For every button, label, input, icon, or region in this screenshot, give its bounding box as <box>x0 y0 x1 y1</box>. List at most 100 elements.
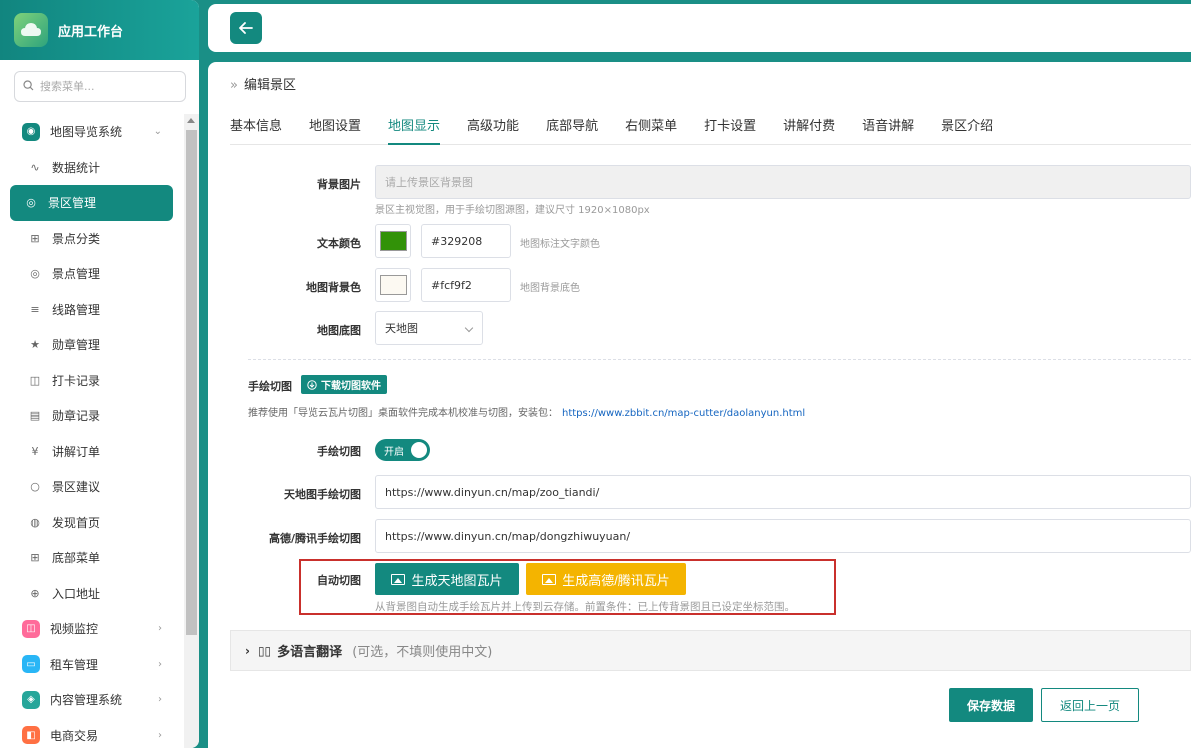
back-arrow-button[interactable] <box>230 12 262 44</box>
tab[interactable]: 底部导航 <box>546 112 598 145</box>
scroll-up-arrow-icon[interactable] <box>187 118 195 123</box>
toggle-knob <box>411 442 427 458</box>
generate-tianditu-tiles-button[interactable]: 生成天地图瓦片 <box>375 563 519 595</box>
tianditu-url-input[interactable]: https://www.dinyun.cn/map/zoo_tiandi/ <box>375 475 1191 509</box>
gaode-url-input[interactable]: https://www.dinyun.cn/map/dongzhiwuyuan/ <box>375 519 1191 553</box>
sidebar-menu: ◉ 地图导览系统 ⌄ ∿ 数据统计 ◎ 景区管理 ⊞ 景点分类 ◎ 景点管理 ≡ 线路管理 ★ 勋章管理 ◫ 打… <box>0 114 184 748</box>
sidebar-item[interactable]: ◍ 发现首页 <box>0 505 184 541</box>
breadcrumb-current: 编辑景区 <box>243 78 296 93</box>
sidebar-item-label: 底部菜单 <box>52 551 101 566</box>
sidebar-scrollbar[interactable] <box>184 114 199 748</box>
sidebar-item[interactable]: ⊞ 底部菜单 <box>0 540 184 576</box>
sidebar-item[interactable]: ◫ 视频监控 › <box>0 611 184 647</box>
sidebar-item[interactable]: ≡ 线路管理 <box>0 292 184 328</box>
circle-icon: ○ <box>30 480 40 494</box>
return-button[interactable]: 返回上一页 <box>1041 688 1139 722</box>
sidebar-item[interactable]: ▤ 勋章记录 <box>0 398 184 434</box>
sidebar-item-label: 线路管理 <box>52 302 101 317</box>
auto-cut-hint: 从背景图自动生成手绘瓦片并上传到云存储。前置条件：已上传背景图且已设定坐标范围。 <box>375 601 795 613</box>
hand-drawn-toggle[interactable]: 开启 <box>375 439 430 461</box>
sidebar-item[interactable]: ∿ 数据统计 <box>0 150 184 186</box>
generate-gaode-tiles-button[interactable]: 生成高德/腾讯瓦片 <box>526 563 686 595</box>
hand-toggle-label: 手绘切图 <box>317 445 361 458</box>
arrow-left-icon <box>239 22 253 34</box>
tab[interactable]: 地图设置 <box>309 112 361 145</box>
bg-image-upload[interactable]: 请上传景区背景图 <box>375 165 1191 199</box>
palette-icon: ◍ <box>30 515 40 529</box>
language-icon: ▯▯ <box>257 643 272 658</box>
auto-cut-label: 自动切图 <box>317 574 361 587</box>
i18n-collapse-header[interactable]: › ▯▯ 多语言翻译 (可选，不填则使用中文) <box>230 630 1191 671</box>
sidebar-item[interactable]: ⊞ 景点分类 <box>0 221 184 257</box>
tab[interactable]: 讲解付费 <box>783 112 835 145</box>
image-icon <box>542 573 557 585</box>
tab[interactable]: 景区介绍 <box>941 112 993 145</box>
sidebar-item-label: 景点管理 <box>52 267 101 282</box>
sidebar-item-label: 电商交易 <box>50 728 99 743</box>
sidebar-item[interactable]: ◎ 景区管理 <box>10 185 173 221</box>
app-title: 应用工作台 <box>58 24 124 40</box>
map-bg-color-label: 地图背景色 <box>306 281 361 294</box>
camera-icon: ◫ <box>22 619 40 638</box>
scroll-thumb[interactable] <box>186 130 197 635</box>
sidebar-item[interactable]: ⊕ 入口地址 <box>0 576 184 612</box>
save-button[interactable]: 保存数据 <box>949 688 1033 722</box>
sidebar: 应用工作台 ◉ 地图导览系统 ⌄ ∿ 数据统计 ◎ 景区管理 ⊞ 景点分类 ◎ 景点管理 ≡ 线路管理 ★… <box>0 0 199 748</box>
sliders-icon: ≡ <box>30 302 40 316</box>
download-cutter-button[interactable]: 下载切图软件 <box>301 375 387 394</box>
i18n-title: 多语言翻译 <box>277 645 343 660</box>
search-input[interactable] <box>40 80 180 93</box>
sidebar-item[interactable]: ¥ 讲解订单 <box>0 434 184 470</box>
bg-image-label: 背景图片 <box>317 178 361 191</box>
sidebar-item[interactable]: ◧ 电商交易 › <box>0 718 184 748</box>
star-icon: ★ <box>30 338 40 352</box>
text-color-swatch <box>379 231 407 251</box>
map-bg-color-input[interactable]: #fcf9f2 <box>421 268 511 302</box>
camera-icon: ◫ <box>29 373 41 387</box>
breadcrumb-separator-icon: » <box>230 78 238 93</box>
generate-tianditu-label: 生成天地图瓦片 <box>411 572 503 588</box>
sidebar-item-label: 景点分类 <box>52 231 101 246</box>
tianditu-url-label: 天地图手绘切图 <box>284 488 361 501</box>
sidebar-item-label: 景区建议 <box>52 480 101 495</box>
sidebar-item-label: 内容管理系统 <box>50 693 123 708</box>
tab[interactable]: 语音讲解 <box>862 112 914 145</box>
sidebar-item[interactable]: ◉ 地图导览系统 ⌄ <box>0 114 184 150</box>
sidebar-item-label: 视频监控 <box>50 622 99 637</box>
base-map-select[interactable]: 天地图 <box>375 311 483 345</box>
image-icon <box>391 573 406 585</box>
tab[interactable]: 地图显示 <box>388 112 441 145</box>
sidebar-item[interactable]: ◈ 内容管理系统 › <box>0 682 184 718</box>
chevron-right-icon: › <box>158 623 162 635</box>
text-color-picker[interactable] <box>375 224 411 258</box>
search-icon <box>23 79 34 94</box>
sidebar-item[interactable]: ★ 勋章管理 <box>0 327 184 363</box>
sidebar-item[interactable]: ▭ 租车管理 › <box>0 647 184 683</box>
tab[interactable]: 高级功能 <box>467 112 519 145</box>
sidebar-item[interactable]: ◎ 景点管理 <box>0 256 184 292</box>
section-divider <box>248 359 1191 360</box>
sidebar-item[interactable]: ◫ 打卡记录 <box>0 363 184 399</box>
tab[interactable]: 右侧菜单 <box>625 112 677 145</box>
map-bg-color-picker[interactable] <box>375 268 411 302</box>
yen-icon: ¥ <box>31 444 39 458</box>
menu-search[interactable] <box>14 71 186 102</box>
tab[interactable]: 打卡设置 <box>704 112 756 145</box>
tab[interactable]: 基本信息 <box>230 112 282 145</box>
sidebar-header: 应用工作台 <box>0 0 199 60</box>
cart-icon: ◧ <box>22 726 40 745</box>
cutter-download-link[interactable]: https://www.zbbit.cn/map-cutter/daolanyu… <box>562 408 805 419</box>
globe-icon: ⊕ <box>30 586 40 600</box>
main-content: » 编辑景区 基本信息 地图设置 地图显示 高级功能 底部导航 右侧菜单 打卡设置 讲解付费 语音… <box>208 62 1191 748</box>
grid-plus-icon: ⊞ <box>30 231 40 245</box>
sidebar-item[interactable]: ○ 景区建议 <box>0 469 184 505</box>
download-cutter-label: 下载切图软件 <box>321 381 381 392</box>
sidebar-item-label: 数据统计 <box>52 160 101 175</box>
cutter-note: 推荐使用「导览云瓦片切图」桌面软件完成本机校准与切图，安装包： https://w… <box>248 404 805 419</box>
text-color-input[interactable]: #329208 <box>421 224 511 258</box>
cutter-note-text: 推荐使用「导览云瓦片切图」桌面软件完成本机校准与切图，安装包： <box>248 408 558 419</box>
sidebar-item-label: 勋章管理 <box>52 338 101 353</box>
gaode-url-label: 高德/腾讯手绘切图 <box>268 532 361 545</box>
top-bar <box>208 4 1191 52</box>
map-pin-icon: ◉ <box>22 122 40 141</box>
